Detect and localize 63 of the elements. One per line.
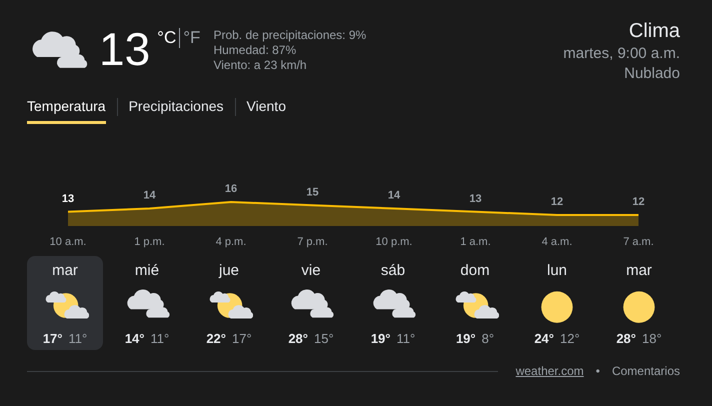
temperature-label: 14 — [143, 190, 156, 202]
low-temperature: 8° — [482, 331, 494, 346]
time-label: 1 a.m. — [460, 236, 491, 248]
temperature-label: 14 — [388, 190, 400, 202]
day-name: sáb — [380, 262, 406, 279]
high-temperature: 17° — [42, 331, 62, 346]
day-name: vie — [301, 262, 321, 279]
day-forecast[interactable]: lun 24° 12° — [519, 256, 595, 350]
day-forecast[interactable]: dom 19° 8° — [437, 256, 513, 350]
day-name: mar — [626, 262, 652, 279]
weather-detail: Viento: a 23 km/h — [213, 58, 308, 73]
temperature-label: 12 — [632, 196, 645, 208]
high-temperature: 19° — [456, 331, 476, 346]
low-temperature: 11° — [150, 331, 170, 346]
time-label: 4 p.m. — [216, 236, 246, 248]
source-link[interactable]: weather.com — [516, 364, 584, 378]
weather-title: Clima — [628, 19, 680, 44]
temperature-label: 13 — [469, 192, 482, 205]
condition: Nublado — [624, 64, 680, 84]
temperature-label: 16 — [224, 183, 238, 195]
temperature-label: 12 — [550, 196, 564, 208]
high-temperature: 22° — [206, 331, 226, 346]
day-forecast[interactable]: jue 22° 17° — [191, 256, 267, 350]
low-temperature: 15° — [314, 331, 334, 346]
current-temperature: 13 — [99, 26, 150, 72]
day-name: lun — [546, 262, 568, 279]
low-temperature: 12° — [560, 331, 580, 346]
low-temperature: 11° — [68, 331, 88, 346]
day-forecast[interactable]: sáb 19° 11° — [355, 256, 431, 350]
day-forecast[interactable]: mié 14° 11° — [109, 256, 185, 350]
high-temperature: 19° — [370, 331, 390, 346]
day-name: dom — [460, 262, 490, 279]
temperature-label: 15 — [306, 186, 319, 198]
day-forecast[interactable]: mar 28° 18° — [601, 256, 677, 350]
separator-dot: • — [596, 364, 600, 378]
high-temperature: 28° — [288, 331, 308, 346]
tab[interactable]: Viento — [246, 98, 286, 124]
weather-detail: Humedad: 87% — [213, 43, 298, 58]
time-label: 4 a.m. — [542, 236, 572, 248]
feedback-link[interactable]: Comentarios — [612, 364, 680, 378]
day-forecast[interactable]: mar 17° 11° — [27, 256, 103, 350]
weather-detail: Prob. de precipitaciones: 9% — [213, 28, 366, 43]
low-temperature: 11° — [396, 331, 416, 346]
time-label: 7 a.m. — [623, 236, 654, 248]
unit-toggle[interactable]: °C — [154, 28, 180, 48]
high-temperature: 28° — [616, 331, 636, 346]
temperature-label: 13 — [62, 192, 74, 205]
tab[interactable]: Precipitaciones — [128, 98, 224, 124]
date-time: martes, 9:00 a.m. — [563, 44, 680, 64]
day-name: mar — [52, 262, 78, 279]
unit-toggle[interactable]: °F — [180, 28, 204, 48]
day-name: jue — [218, 262, 240, 279]
day-name: mié — [134, 262, 160, 279]
tab[interactable]: Temperatura — [27, 98, 106, 124]
low-temperature: 17° — [232, 331, 252, 346]
time-label: 10 a.m. — [50, 236, 86, 248]
time-label: 7 p.m. — [297, 236, 328, 248]
time-label: 1 p.m. — [134, 236, 165, 248]
day-forecast[interactable]: vie 28° 15° — [273, 256, 349, 350]
time-label: 10 p.m. — [376, 236, 412, 248]
high-temperature: 24° — [534, 331, 554, 346]
low-temperature: 18° — [642, 331, 662, 346]
high-temperature: 14° — [124, 331, 144, 346]
